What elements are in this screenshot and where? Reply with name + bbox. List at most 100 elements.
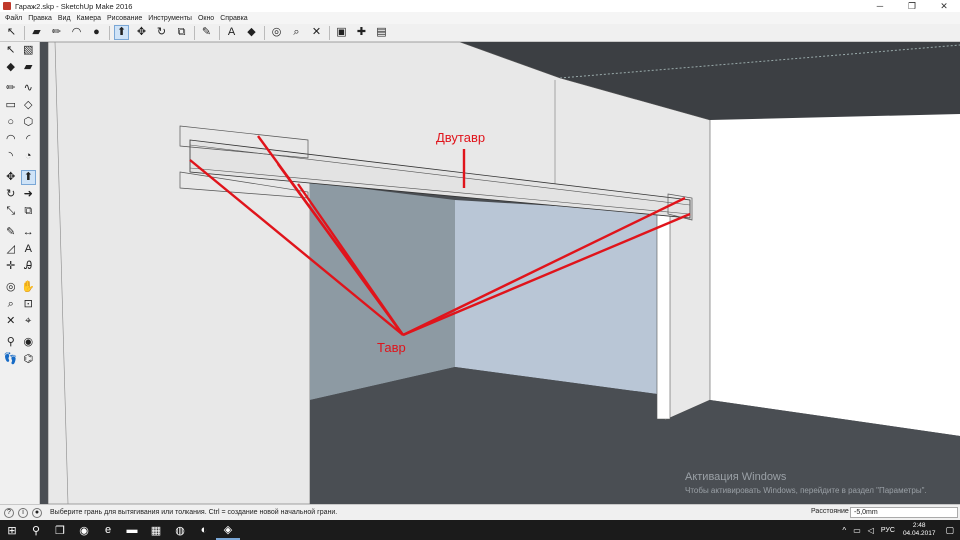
right-opening (710, 114, 960, 436)
edge-icon[interactable]: e (96, 520, 120, 540)
clock[interactable]: 2:48 04.04.2017 (903, 522, 936, 538)
shapes-icon[interactable]: ● (89, 25, 104, 40)
network-icon[interactable]: ▭ (853, 526, 861, 535)
task-view-icon[interactable]: ❐ (48, 520, 72, 540)
model-viewport[interactable]: Двутавр Тавр Активация Windows Чтобы акт… (40, 42, 960, 504)
store-icon[interactable]: ▦ (144, 520, 168, 540)
chrome-icon[interactable]: ◍ (168, 520, 192, 540)
zoom-icon[interactable]: ⌕ (289, 25, 304, 40)
user-icon[interactable]: ● (32, 507, 42, 518)
credits-icon[interactable]: i (18, 507, 28, 518)
warehouse-icon[interactable]: ▣ (334, 25, 349, 40)
menu-window[interactable]: Окно (195, 15, 217, 22)
rotate-icon[interactable]: ↻ (154, 25, 169, 40)
measurement-input[interactable]: -5,0mm (850, 507, 958, 518)
offset-icon[interactable]: ⧉ (174, 25, 189, 40)
axes-icon[interactable]: ✛ (3, 259, 18, 274)
line-icon[interactable]: ✏ (3, 81, 18, 96)
volume-icon[interactable]: ◁ (868, 526, 874, 535)
clock-time: 2:48 (912, 522, 926, 529)
section-plane-icon[interactable]: ⌬ (21, 352, 36, 367)
pencil-icon[interactable]: ✏ (49, 25, 64, 40)
maximize-button[interactable]: ❐ (896, 0, 928, 12)
make-component-icon[interactable]: ▧ (21, 43, 36, 58)
status-bar: ? i ● Выберите грань для вытягивания или… (0, 504, 960, 520)
arc-icon[interactable]: ◠ (69, 25, 84, 40)
eraser-icon[interactable]: ▰ (21, 60, 36, 75)
menu-draw[interactable]: Рисование (104, 15, 145, 22)
toolbar-separator (109, 25, 110, 40)
menu-help[interactable]: Справка (217, 15, 250, 22)
watermark-subtitle: Чтобы активировать Windows, перейдите в … (685, 486, 927, 495)
freehand-icon[interactable]: ∿ (21, 81, 36, 96)
dimension-icon[interactable]: ↔ (21, 225, 36, 240)
walk-icon[interactable]: 👣 (3, 352, 18, 367)
pan-icon[interactable]: ✋ (21, 280, 36, 295)
tool-row: ◝ ◔ (0, 148, 39, 165)
title-bar: Гараж2.skp - SketchUp Make 2016 ─ ❐ ✕ (0, 0, 960, 12)
zoom-window-icon[interactable]: ⊡ (21, 297, 36, 312)
toolbar-separator (219, 25, 220, 40)
explorer-icon[interactable]: ▬ (120, 520, 144, 540)
tool-row: ◆ ▰ (0, 59, 39, 76)
tool-row: ✥ ⬆ (0, 169, 39, 186)
follow-me-icon[interactable]: ➜ (21, 187, 36, 202)
geo-location-icon[interactable]: ? (4, 507, 14, 518)
circle-icon[interactable]: ○ (3, 115, 18, 130)
zoom-icon[interactable]: ⌕ (3, 297, 18, 312)
menu-camera[interactable]: Камера (74, 15, 104, 22)
three-point-arc-icon[interactable]: ◝ (3, 149, 18, 164)
push-pull-icon[interactable]: ⬆ (20, 170, 36, 185)
protractor-icon[interactable]: ◿ (3, 242, 18, 257)
eraser-icon[interactable]: ▰ (29, 25, 44, 40)
tray-arrow-icon[interactable]: ^ (842, 526, 846, 535)
text-icon[interactable]: A (224, 25, 239, 40)
paint-bucket-icon[interactable]: ◆ (244, 25, 259, 40)
steam-icon[interactable]: ◐ (192, 520, 216, 540)
tape-measure-icon[interactable]: ✎ (199, 25, 214, 40)
look-around-icon[interactable]: ◉ (21, 335, 36, 350)
menu-edit[interactable]: Правка (25, 15, 55, 22)
position-camera-icon[interactable]: ⚲ (3, 335, 18, 350)
app-icon[interactable]: ◉ (72, 520, 96, 540)
orbit-icon[interactable]: ◎ (269, 25, 284, 40)
text-icon[interactable]: A (21, 242, 36, 257)
offset-icon[interactable]: ⧉ (21, 204, 36, 219)
rotated-rectangle-icon[interactable]: ◇ (21, 98, 36, 113)
3d-text-icon[interactable]: Ꭿ (21, 259, 36, 274)
notifications-icon[interactable]: ▢ (945, 525, 954, 536)
previous-view-icon[interactable]: ⌖ (21, 314, 36, 329)
polygon-icon[interactable]: ⬡ (21, 115, 36, 130)
tape-measure-icon[interactable]: ✎ (3, 225, 18, 240)
orbit-icon[interactable]: ◎ (3, 280, 18, 295)
select-icon[interactable]: ↖ (3, 43, 18, 58)
zoom-extents-icon[interactable]: ✕ (3, 314, 18, 329)
select-icon[interactable]: ↖ (4, 25, 19, 40)
rotate-icon[interactable]: ↻ (3, 187, 18, 202)
sketchup-icon[interactable]: ◈ (216, 520, 240, 540)
push-pull-icon[interactable]: ⬆ (114, 25, 129, 40)
watermark-title: Активация Windows (685, 471, 787, 483)
move-icon[interactable]: ✥ (3, 170, 18, 185)
rectangle-icon[interactable]: ▭ (3, 98, 18, 113)
move-icon[interactable]: ✥ (134, 25, 149, 40)
zoom-extents-icon[interactable]: ✕ (309, 25, 324, 40)
menu-file[interactable]: Файл (2, 15, 25, 22)
pie-icon[interactable]: ◔ (21, 149, 36, 164)
close-button[interactable]: ✕ (928, 0, 960, 12)
extension-warehouse-icon[interactable]: ✚ (354, 25, 369, 40)
layout-icon[interactable]: ▤ (374, 25, 389, 40)
toolbar-separator (264, 25, 265, 40)
minimize-button[interactable]: ─ (864, 0, 896, 12)
tool-row: ↖ ▧ (0, 42, 39, 59)
input-language[interactable]: РУС (881, 527, 895, 534)
paint-bucket-icon[interactable]: ◆ (3, 60, 18, 75)
pillar (656, 211, 671, 420)
start-icon[interactable]: ⊞ (0, 520, 24, 540)
menu-tools[interactable]: Инструменты (145, 15, 195, 22)
two-point-arc-icon[interactable]: ◜ (21, 132, 36, 147)
scale-icon[interactable]: ⤡ (3, 204, 18, 219)
menu-view[interactable]: Вид (55, 15, 74, 22)
search-icon[interactable]: ⚲ (24, 520, 48, 540)
arc-icon[interactable]: ◠ (3, 132, 18, 147)
